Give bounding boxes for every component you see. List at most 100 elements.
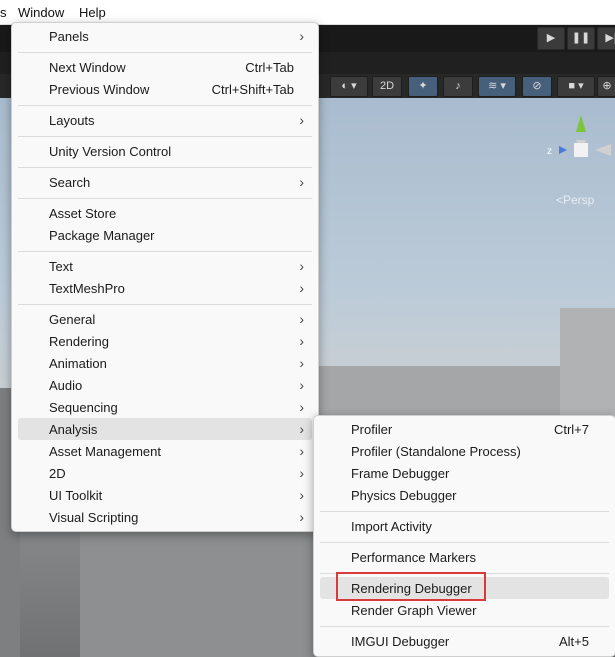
menu-separator — [18, 105, 312, 106]
chevron-right-icon: › — [299, 399, 304, 415]
menu-item-physics-debugger[interactable]: Physics Debugger — [320, 484, 609, 506]
shading-mode-button[interactable]: ◐ ▾ — [330, 76, 368, 97]
menu-item-shortcut: Ctrl+Shift+Tab — [211, 82, 294, 97]
menu-item-label: Audio — [49, 378, 83, 393]
pause-button[interactable]: ❚❚ — [567, 27, 595, 50]
menu-item-label: Previous Window — [49, 82, 150, 97]
menu-separator — [18, 251, 312, 252]
menu-item-import-activity[interactable]: Import Activity — [320, 515, 609, 537]
gizmos-icon[interactable]: ⊕ — [597, 76, 615, 97]
menu-item-label: Profiler (Standalone Process) — [351, 444, 521, 459]
menu-item-label: Render Graph Viewer — [351, 603, 477, 618]
menu-item-label: Next Window — [49, 60, 126, 75]
menu-item-label: Frame Debugger — [351, 466, 450, 481]
menubar-item-window[interactable]: Window — [18, 5, 64, 20]
projection-label[interactable]: <Persp — [556, 193, 594, 207]
menu-item-asset-store[interactable]: Asset Store — [18, 202, 312, 224]
chevron-right-icon: › — [299, 112, 304, 128]
menu-item-animation[interactable]: Animation › — [18, 352, 312, 374]
menu-item-sequencing[interactable]: Sequencing › — [18, 396, 312, 418]
lighting-toggle-icon[interactable]: ✦ — [408, 76, 438, 97]
menu-item-label: Rendering — [49, 334, 109, 349]
menu-item-profiler[interactable]: Profiler Ctrl+7 — [320, 418, 609, 440]
menubar-item-truncated[interactable]: s — [0, 5, 7, 20]
menu-separator — [320, 542, 609, 543]
menu-item-unity-version-control[interactable]: Unity Version Control — [18, 140, 312, 162]
chevron-right-icon: › — [299, 509, 304, 525]
menu-item-frame-debugger[interactable]: Frame Debugger — [320, 462, 609, 484]
menu-item-label: UI Toolkit — [49, 488, 103, 503]
chevron-right-icon: › — [299, 28, 304, 44]
menu-item-previous-window[interactable]: Previous Window Ctrl+Shift+Tab — [18, 78, 312, 100]
menu-item-label: Import Activity — [351, 519, 432, 534]
menu-item-general[interactable]: General › — [18, 308, 312, 330]
menu-separator — [18, 167, 312, 168]
menu-item-package-manager[interactable]: Package Manager — [18, 224, 312, 246]
menu-item-label: TextMeshPro — [49, 281, 125, 296]
menu-item-label: General — [49, 312, 96, 327]
menu-item-label: Asset Management — [49, 444, 162, 459]
chevron-right-icon: › — [299, 174, 304, 190]
menu-item-label: IMGUI Debugger — [351, 634, 450, 649]
menu-item-search[interactable]: Search › — [18, 171, 312, 193]
menu-item-label: Unity Version Control — [49, 144, 172, 159]
menu-item-label: Sequencing — [49, 400, 118, 415]
analysis-submenu: Profiler Ctrl+7 Profiler (Standalone Pro… — [313, 415, 615, 657]
chevron-right-icon: › — [299, 465, 304, 481]
effects-dropdown-icon[interactable]: ≋ ▾ — [478, 76, 516, 97]
menu-item-audio[interactable]: Audio › — [18, 374, 312, 396]
menu-item-asset-management[interactable]: Asset Management › — [18, 440, 312, 462]
building-tower — [560, 308, 615, 428]
menu-item-label: Layouts — [49, 113, 95, 128]
menu-item-shortcut: Alt+5 — [559, 634, 589, 649]
chevron-right-icon: › — [299, 443, 304, 459]
menu-item-analysis[interactable]: Analysis › — [18, 418, 312, 440]
play-button[interactable]: ▶ — [537, 27, 565, 50]
step-button[interactable]: ▶| — [597, 27, 615, 50]
menu-item-label: Profiler — [351, 422, 393, 437]
chevron-right-icon: › — [299, 355, 304, 371]
menu-item-shortcut: Ctrl+7 — [553, 422, 589, 437]
menu-item-textmeshpro[interactable]: TextMeshPro › — [18, 277, 312, 299]
menu-separator — [18, 304, 312, 305]
menu-item-label: Search — [49, 175, 91, 190]
menu-item-label: Visual Scripting — [49, 510, 139, 525]
menu-item-imgui-debugger[interactable]: IMGUI Debugger Alt+5 — [320, 630, 609, 652]
window-menu: Panels › Next Window Ctrl+Tab Previous W… — [11, 22, 319, 532]
menu-separator — [320, 626, 609, 627]
menu-item-layouts[interactable]: Layouts › — [18, 109, 312, 131]
audio-toggle-icon[interactable]: ♪ — [443, 76, 473, 97]
menu-item-next-window[interactable]: Next Window Ctrl+Tab — [18, 56, 312, 78]
chevron-right-icon: › — [299, 280, 304, 296]
menu-item-ui-toolkit[interactable]: UI Toolkit › — [18, 484, 312, 506]
menu-item-label: Performance Markers — [351, 550, 476, 565]
menu-item-label: Package Manager — [49, 228, 155, 243]
menu-item-text[interactable]: Text › — [18, 255, 312, 277]
menu-separator — [18, 198, 312, 199]
menu-item-profiler-standalone[interactable]: Profiler (Standalone Process) — [320, 440, 609, 462]
menu-separator — [18, 136, 312, 137]
orientation-gizmo-icon[interactable]: z — [545, 110, 615, 190]
menu-item-render-graph-viewer[interactable]: Render Graph Viewer — [320, 599, 609, 621]
chevron-right-icon: › — [299, 487, 304, 503]
2d-toggle-button[interactable]: 2D — [372, 76, 402, 97]
menubar-item-help[interactable]: Help — [79, 5, 106, 20]
camera-dropdown-icon[interactable]: ■ ▾ — [557, 76, 595, 97]
menu-item-panels[interactable]: Panels › — [18, 25, 312, 47]
menu-separator — [320, 511, 609, 512]
menu-separator — [18, 52, 312, 53]
visibility-toggle-icon[interactable]: ⊘ — [522, 76, 552, 97]
menu-item-rendering[interactable]: Rendering › — [18, 330, 312, 352]
chevron-right-icon: › — [299, 258, 304, 274]
chevron-right-icon: › — [299, 333, 304, 349]
menu-item-visual-scripting[interactable]: Visual Scripting › — [18, 506, 312, 528]
menu-item-label: Analysis — [49, 422, 98, 437]
menu-item-label: Text — [49, 259, 73, 274]
chevron-right-icon: › — [299, 377, 304, 393]
menu-item-performance-markers[interactable]: Performance Markers — [320, 546, 609, 568]
chevron-right-icon: › — [299, 421, 304, 437]
menu-item-label: 2D — [49, 466, 66, 481]
menu-item-label: Asset Store — [49, 206, 117, 221]
menu-item-label: Panels — [49, 29, 89, 44]
menu-item-2d[interactable]: 2D › — [18, 462, 312, 484]
